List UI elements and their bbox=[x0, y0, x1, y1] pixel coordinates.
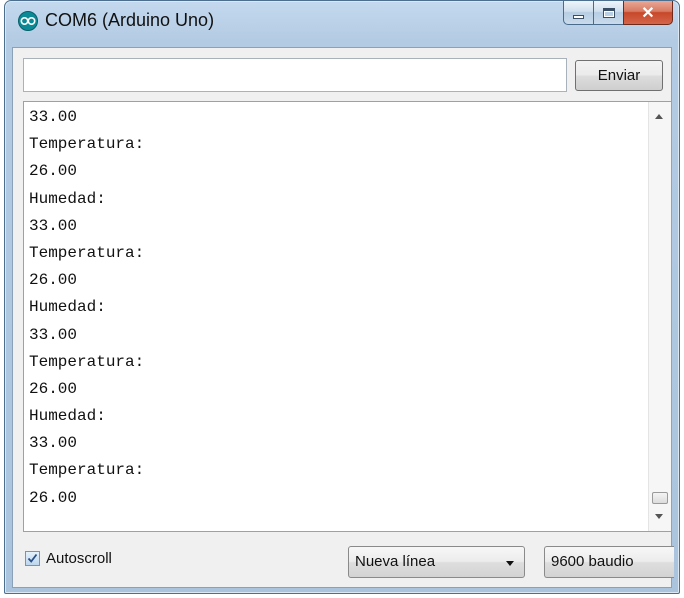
output-line: 26.00 bbox=[29, 162, 78, 181]
autoscroll-toggle[interactable]: Autoscroll bbox=[25, 550, 112, 567]
baud-rate-select[interactable]: 9600 baudio bbox=[544, 546, 674, 578]
scroll-thumb[interactable] bbox=[652, 492, 668, 504]
checkmark-icon bbox=[27, 553, 38, 563]
scroll-up-icon[interactable] bbox=[655, 114, 663, 119]
window-controls: ✕ bbox=[563, 1, 673, 27]
send-button[interactable]: Enviar bbox=[575, 60, 663, 91]
output-line: 26.00 bbox=[29, 488, 78, 507]
output-line: Temperatura: bbox=[29, 461, 145, 480]
close-icon: ✕ bbox=[641, 4, 655, 22]
autoscroll-checkbox[interactable] bbox=[25, 551, 40, 566]
output-line: Humedad: bbox=[29, 407, 106, 426]
window-title: COM6 (Arduino Uno) bbox=[45, 10, 215, 30]
output-line: 33.00 bbox=[29, 216, 78, 235]
output-line: Temperatura: bbox=[29, 135, 145, 154]
arduino-icon bbox=[18, 11, 38, 31]
output-line: Humedad: bbox=[29, 189, 106, 208]
chevron-down-icon bbox=[506, 561, 514, 566]
bottom-bar: Autoscroll Nueva línea 9600 baudio bbox=[13, 536, 674, 584]
vertical-scrollbar[interactable] bbox=[648, 102, 671, 531]
minimize-icon bbox=[573, 14, 584, 19]
output-line: Temperatura: bbox=[29, 352, 145, 371]
autoscroll-label: Autoscroll bbox=[46, 550, 112, 567]
output-line: Humedad: bbox=[29, 298, 106, 317]
minimize-button[interactable] bbox=[563, 1, 593, 25]
serial-monitor-window: COM6 (Arduino Uno) ✕ Enviar 33.00 Tempera… bbox=[4, 0, 680, 594]
line-ending-value: Nueva línea bbox=[355, 553, 436, 570]
output-line: 33.00 bbox=[29, 325, 78, 344]
output-line: 26.00 bbox=[29, 379, 78, 398]
maximize-button[interactable] bbox=[593, 1, 623, 25]
close-button[interactable]: ✕ bbox=[623, 1, 673, 25]
client-area: Enviar 33.00 Temperatura: 26.00 Humedad: 33.… bbox=[12, 47, 674, 588]
scroll-down-icon[interactable] bbox=[655, 514, 663, 519]
serial-output[interactable]: 33.00 Temperatura: 26.00 Humedad: 33.00 Tempe… bbox=[23, 101, 672, 532]
maximize-icon bbox=[602, 7, 615, 18]
line-ending-select[interactable]: Nueva línea bbox=[348, 546, 525, 578]
baud-rate-value: 9600 baudio bbox=[551, 553, 634, 570]
output-line: Temperatura: bbox=[29, 243, 145, 262]
output-line: 33.00 bbox=[29, 434, 78, 453]
output-line: 26.00 bbox=[29, 271, 78, 290]
output-line: 33.00 bbox=[29, 108, 78, 126]
send-input[interactable] bbox=[23, 58, 567, 92]
output-lines: 33.00 Temperatura: 26.00 Humedad: 33.00 Tempe… bbox=[29, 106, 647, 514]
title-bar[interactable]: COM6 (Arduino Uno) ✕ bbox=[5, 1, 679, 47]
